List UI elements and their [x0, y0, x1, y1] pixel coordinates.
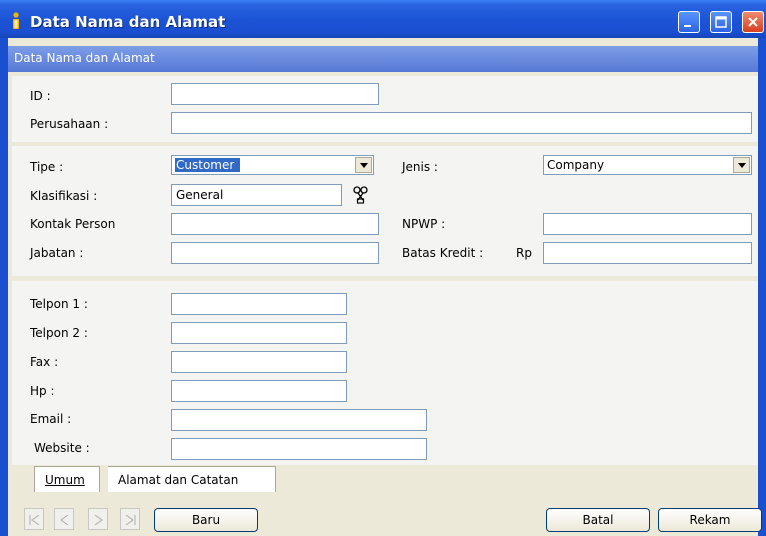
jenis-select[interactable]: Company: [543, 155, 752, 175]
maximize-icon: [715, 16, 727, 28]
tab-alamat-catatan[interactable]: Alamat dan Catatan: [108, 466, 276, 492]
next-record-button[interactable]: [88, 508, 108, 530]
window-border-right: [758, 38, 766, 536]
rekam-button[interactable]: Rekam: [658, 508, 762, 532]
last-record-icon: [125, 515, 136, 525]
website-field[interactable]: [171, 438, 427, 460]
tipe-select[interactable]: Customer: [171, 155, 374, 175]
currency-label: Rp: [516, 246, 532, 260]
perusahaan-field[interactable]: [171, 112, 752, 134]
email-field[interactable]: [171, 409, 427, 431]
id-field[interactable]: [171, 83, 379, 105]
prev-record-button[interactable]: [54, 508, 74, 530]
jenis-label: Jenis :: [402, 160, 438, 174]
hp-field[interactable]: [171, 380, 347, 402]
maximize-button[interactable]: [710, 11, 732, 33]
tab-alamat-label: Alamat dan Catatan: [118, 473, 239, 487]
batal-button[interactable]: Batal: [546, 508, 650, 532]
tipe-label: Tipe :: [30, 160, 64, 174]
npwp-field[interactable]: [543, 213, 752, 235]
window-title: Data Nama dan Alamat: [30, 13, 226, 31]
klasifikasi-field[interactable]: General: [171, 184, 342, 206]
kontak-label: Kontak Person: [30, 217, 116, 231]
last-record-button[interactable]: [120, 508, 140, 530]
scissors-lookup-icon[interactable]: [352, 185, 370, 205]
batas-kredit-field[interactable]: [543, 242, 752, 264]
tipe-value: Customer: [175, 158, 241, 172]
jabatan-field[interactable]: [171, 242, 379, 264]
first-record-icon: [29, 515, 40, 525]
minimize-icon: [684, 25, 691, 27]
chevron-down-icon: [738, 163, 746, 168]
fax-field[interactable]: [171, 351, 347, 373]
jenis-dropdown-button[interactable]: [733, 157, 750, 173]
chevron-down-icon: [360, 163, 368, 168]
form-header: Data Nama dan Alamat: [8, 46, 758, 72]
telpon1-field[interactable]: [171, 293, 347, 315]
kontak-field[interactable]: [171, 213, 379, 235]
close-icon: [748, 17, 758, 27]
batas-kredit-label: Batas Kredit :: [402, 246, 484, 260]
telpon2-field[interactable]: [171, 322, 347, 344]
npwp-label: NPWP :: [402, 217, 446, 231]
website-label: Website :: [34, 441, 90, 455]
tab-umum-label: Umum: [45, 473, 85, 487]
tab-umum[interactable]: Umum: [34, 466, 100, 492]
first-record-button[interactable]: [24, 508, 44, 530]
id-label: ID :: [30, 89, 51, 103]
email-label: Email :: [30, 412, 72, 426]
tipe-dropdown-button[interactable]: [355, 157, 372, 173]
next-record-icon: [94, 515, 104, 525]
hp-label: Hp :: [30, 384, 55, 398]
jabatan-label: Jabatan :: [30, 246, 84, 260]
info-icon: [13, 12, 19, 29]
telpon1-label: Telpon 1 :: [30, 297, 88, 311]
prev-record-icon: [59, 515, 69, 525]
klasifikasi-label: Klasifikasi :: [30, 189, 98, 203]
perusahaan-label: Perusahaan :: [30, 117, 109, 131]
close-button[interactable]: [742, 11, 764, 33]
telpon2-label: Telpon 2 :: [30, 326, 88, 340]
window-border-left: [0, 38, 8, 536]
fax-label: Fax :: [30, 355, 59, 369]
jenis-value: Company: [547, 158, 605, 172]
minimize-button[interactable]: [678, 11, 700, 33]
baru-button[interactable]: Baru: [154, 508, 258, 532]
title-bar[interactable]: Data Nama dan Alamat: [0, 0, 766, 38]
